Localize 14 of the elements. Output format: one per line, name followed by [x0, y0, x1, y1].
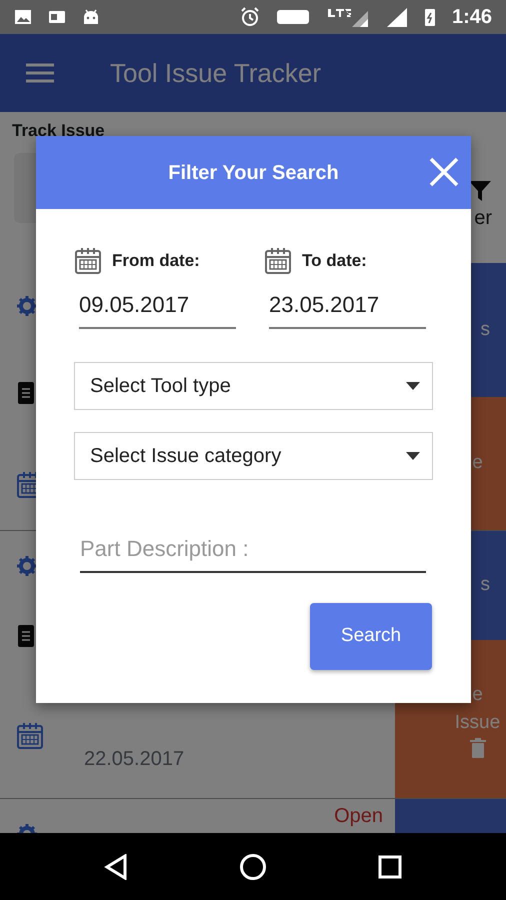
date-label: From date: — [112, 250, 200, 272]
date-field[interactable]: 23.05.2017 — [269, 284, 426, 329]
search-button[interactable]: Search — [310, 603, 432, 670]
date-label: To date: — [302, 250, 367, 272]
issue-status: Open — [334, 804, 383, 829]
date-field[interactable]: 09.05.2017 — [79, 284, 236, 329]
dropdown[interactable]: Select Tool type — [74, 362, 433, 410]
page-heading: Track Issue — [11, 120, 106, 142]
dialog-title: Filter Your Search — [168, 160, 339, 186]
dropdown[interactable]: Select Issue category — [74, 432, 433, 480]
filter-button[interactable]: er — [466, 149, 492, 233]
reported-date: 22.05.2017 — [83, 747, 184, 772]
status-time: 1:46 — [452, 5, 492, 30]
app-title: Tool Issue Tracker — [110, 56, 321, 90]
